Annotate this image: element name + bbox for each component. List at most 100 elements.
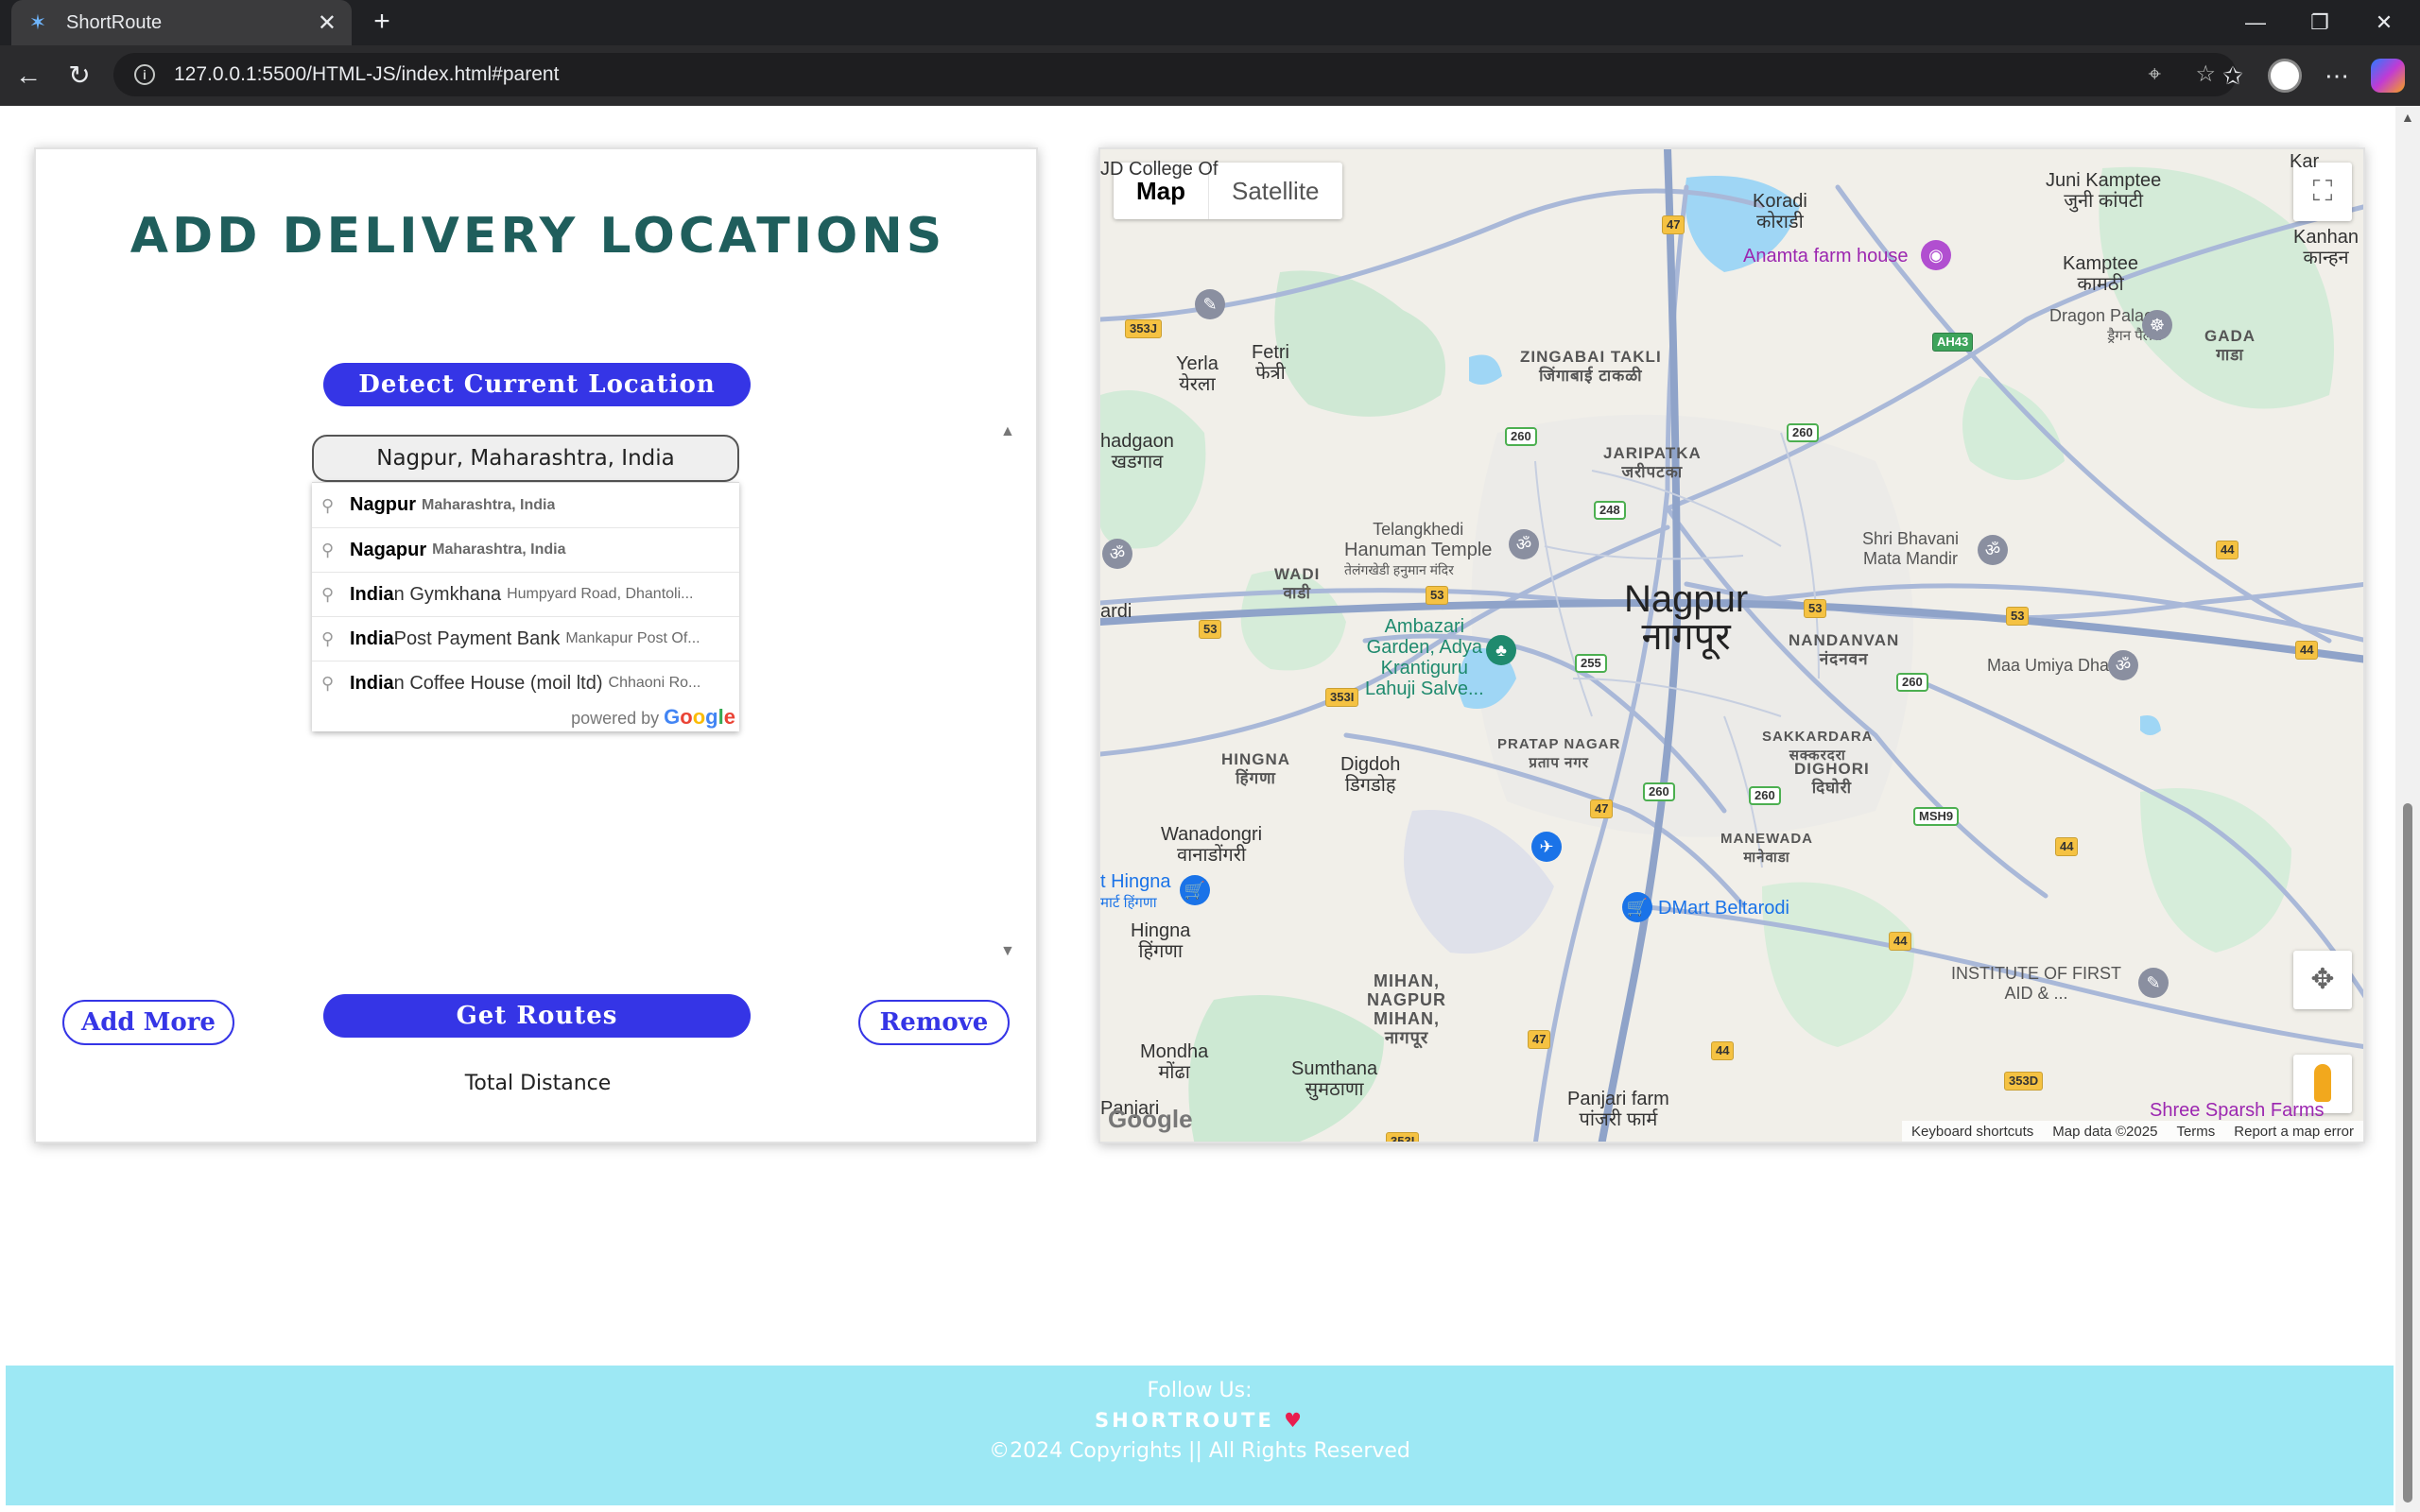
map-poi-institute-first-aid[interactable]: INSTITUTE OF FIRST AID & ... — [1951, 964, 2121, 1004]
suggestion-secondary: Chhaoni Ro... — [608, 675, 701, 691]
new-tab-icon[interactable]: + — [367, 8, 397, 38]
remove-button[interactable]: Remove — [858, 1000, 1010, 1045]
more-menu-icon[interactable]: ⋯ — [2318, 57, 2356, 94]
map-poi-hingna-store[interactable]: t Hingna मार्ट हिंगणा — [1100, 871, 1171, 912]
close-tab-icon[interactable]: ✕ — [318, 9, 337, 37]
autocomplete-item[interactable]: ⚲ Nagpur Maharashtra, India — [312, 483, 739, 527]
school-poi-icon[interactable]: ✎ — [1195, 289, 1225, 319]
highway-shield: 53 — [1804, 599, 1827, 618]
site-info-icon[interactable]: i — [134, 64, 155, 85]
suggestion-secondary: Mankapur Post Of... — [565, 630, 700, 646]
tab-title: ShortRoute — [66, 11, 163, 33]
powered-by-text: powered by — [571, 709, 660, 728]
back-icon[interactable]: ← — [9, 57, 47, 94]
map-label-koradi: Koradi कोराडी — [1753, 191, 1807, 232]
airport-poi-icon[interactable]: ✈ — [1531, 832, 1562, 862]
map-data-text: Map data ©2025 — [2052, 1123, 2158, 1140]
get-routes-button[interactable]: Get Routes — [323, 994, 751, 1038]
reload-icon[interactable]: ↻ — [60, 57, 98, 94]
restore-icon[interactable]: ❐ — [2288, 0, 2352, 45]
map-label-kanhan: Kanhan कान्हन — [2293, 227, 2359, 268]
map-poi-shree-sparsh-farms[interactable]: Shree Sparsh Farms — [2150, 1100, 2325, 1122]
browser-toolbar: ← ↻ i 127.0.0.1:5500/HTML-JS/index.html#… — [0, 45, 2420, 106]
map-poi-shri-bhavani[interactable]: Shri Bhavani Mata Mandir — [1862, 529, 1959, 569]
location-icon[interactable]: ⌖ — [2148, 53, 2161, 96]
park-poi-icon[interactable]: ♣ — [1486, 635, 1516, 665]
map-label-mihan: MIHAN, NAGPUR MIHAN, नागपूर — [1367, 971, 1447, 1047]
page-title: ADD DELIVERY LOCATIONS — [130, 208, 946, 265]
map-label-adgaon: hadgaon खडगाव — [1100, 431, 1174, 472]
map-poi-anamta-farm-house[interactable]: Anamta farm house — [1743, 246, 1909, 267]
map-label-kar: Kar — [2290, 151, 2320, 172]
highway-shield: 44 — [2055, 837, 2079, 856]
map-label-pratap-nagar: PRATAP NAGAR प्रताप नगर — [1497, 736, 1621, 771]
page-scrollbar[interactable]: ▲ — [2395, 106, 2420, 1512]
browser-tab[interactable]: ✶ ShortRoute ✕ — [11, 0, 352, 45]
camera-control-icon[interactable]: ✥ — [2293, 951, 2352, 1009]
detect-location-button[interactable]: Detect Current Location — [323, 363, 751, 406]
report-map-error-link[interactable]: Report a map error — [2224, 1124, 2363, 1140]
suggestion-match: Nagapur — [350, 539, 427, 560]
map-type-satellite[interactable]: Satellite — [1208, 163, 1342, 219]
temple-poi-icon[interactable]: ॐ — [2108, 650, 2138, 680]
highway-shield: 53 — [2006, 607, 2030, 626]
shopping-poi-icon[interactable]: 🛒 — [1180, 875, 1210, 905]
map-label-jaripatka: JARIPATKA जरीपटका — [1603, 444, 1702, 481]
temple-poi-icon[interactable]: ॐ — [1102, 539, 1132, 569]
map-label-nandanvan: NANDANVAN नंदनवन — [1789, 631, 1900, 668]
page-viewport: ADD DELIVERY LOCATIONS Detect Current Lo… — [0, 106, 2420, 1512]
map-poi-ambazari-garden[interactable]: Ambazari Garden, Adya Krantiguru Lahuji Sal… — [1365, 616, 1484, 699]
suggestion-rest: n Coffee House (moil ltd) — [393, 672, 603, 694]
highway-shield: 260 — [1787, 423, 1819, 442]
temple-poi-icon[interactable]: ॐ — [1509, 529, 1539, 559]
keyboard-shortcuts-link[interactable]: Keyboard shortcuts — [1902, 1124, 2043, 1140]
favorites-icon[interactable]: ✩ — [2214, 57, 2252, 94]
map-label-wanadongri: Wanadongri वानाडोंगरी — [1161, 824, 1263, 866]
scroll-up-icon[interactable]: ▲ — [2401, 110, 2414, 125]
map-poi-telangkhedi-hanuman-temple[interactable]: Telangkhedi Hanuman Temple तेलंगखेडी हनुमा… — [1344, 520, 1492, 579]
list-scroll-up-icon[interactable]: ▲ — [1000, 423, 1015, 440]
highway-shield: 47 — [1528, 1030, 1551, 1049]
heart-icon: ♥ — [1284, 1409, 1305, 1432]
footer-brand: SHORTROUTE ♥ — [6, 1409, 2394, 1432]
suggestion-match: India — [350, 583, 394, 605]
google-map[interactable]: Map Satellite ⛶ ✥ Koradi कोराडी Juni Kamp… — [1098, 147, 2365, 1143]
url-text: 127.0.0.1:5500/HTML-JS/index.html#parent — [174, 63, 560, 85]
autocomplete-item[interactable]: ⚲ India Post Payment Bank Mankapur Post … — [312, 616, 739, 661]
address-bar[interactable]: i 127.0.0.1:5500/HTML-JS/index.html#pare… — [113, 53, 2237, 96]
highway-shield: 53 — [1199, 620, 1222, 639]
copilot-icon[interactable] — [2371, 59, 2405, 93]
highway-shield: 255 — [1575, 654, 1607, 673]
app-logo-icon: ✶ — [28, 10, 47, 34]
autocomplete-item[interactable]: ⚲ India n Gymkhana Humpyard Road, Dhanto… — [312, 572, 739, 616]
profile-avatar[interactable] — [2268, 59, 2302, 93]
favorite-star-icon[interactable]: ☆ — [2195, 53, 2216, 96]
location-pin-icon: ⚲ — [321, 585, 335, 604]
highway-shield: 53 — [1426, 586, 1449, 605]
camera-poi-icon[interactable]: ◉ — [1921, 240, 1951, 270]
terms-link[interactable]: Terms — [2167, 1124, 2224, 1140]
close-window-icon[interactable]: ✕ — [2352, 0, 2416, 45]
temple-poi-icon[interactable]: ॐ — [1978, 535, 2008, 565]
autocomplete-item[interactable]: ⚲ India n Coffee House (moil ltd) Chhaon… — [312, 661, 739, 705]
map-poi-maa-umiya-dham[interactable]: Maa Umiya Dham — [1987, 656, 2123, 676]
dharma-wheel-icon[interactable]: ☸ — [2142, 310, 2172, 340]
map-label-hingna: Hingna हिंगणा — [1131, 920, 1191, 962]
highway-shield: 260 — [1505, 427, 1537, 446]
highway-shield: 44 — [2295, 641, 2319, 660]
list-scroll-down-icon[interactable]: ▼ — [1000, 943, 1015, 960]
shopping-poi-icon[interactable]: 🛒 — [1622, 892, 1652, 922]
map-label-wadi: WADI वाडी — [1274, 565, 1321, 602]
autocomplete-item[interactable]: ⚲ Nagapur Maharashtra, India — [312, 527, 739, 572]
location-input[interactable]: Nagpur, Maharashtra, India — [312, 435, 739, 482]
school-poi-icon[interactable]: ✎ — [2138, 968, 2169, 998]
map-label-panjari-farm: Panjari farm पांजरी फार्म — [1567, 1089, 1669, 1130]
location-pin-icon: ⚲ — [321, 495, 335, 515]
map-poi-dmart-beltarodi[interactable]: DMart Beltarodi — [1658, 898, 1789, 919]
add-more-button[interactable]: Add More — [62, 1000, 234, 1045]
highway-shield: MSH9 — [1913, 807, 1960, 826]
map-attribution-bar: Keyboard shortcuts Map data ©2025 Terms … — [1902, 1121, 2363, 1142]
minimize-icon[interactable]: — — [2223, 0, 2288, 45]
map-label-juni-kamptee: Juni Kamptee जुनी कांपटी — [2046, 170, 2162, 212]
scrollbar-thumb[interactable] — [2403, 803, 2412, 1503]
